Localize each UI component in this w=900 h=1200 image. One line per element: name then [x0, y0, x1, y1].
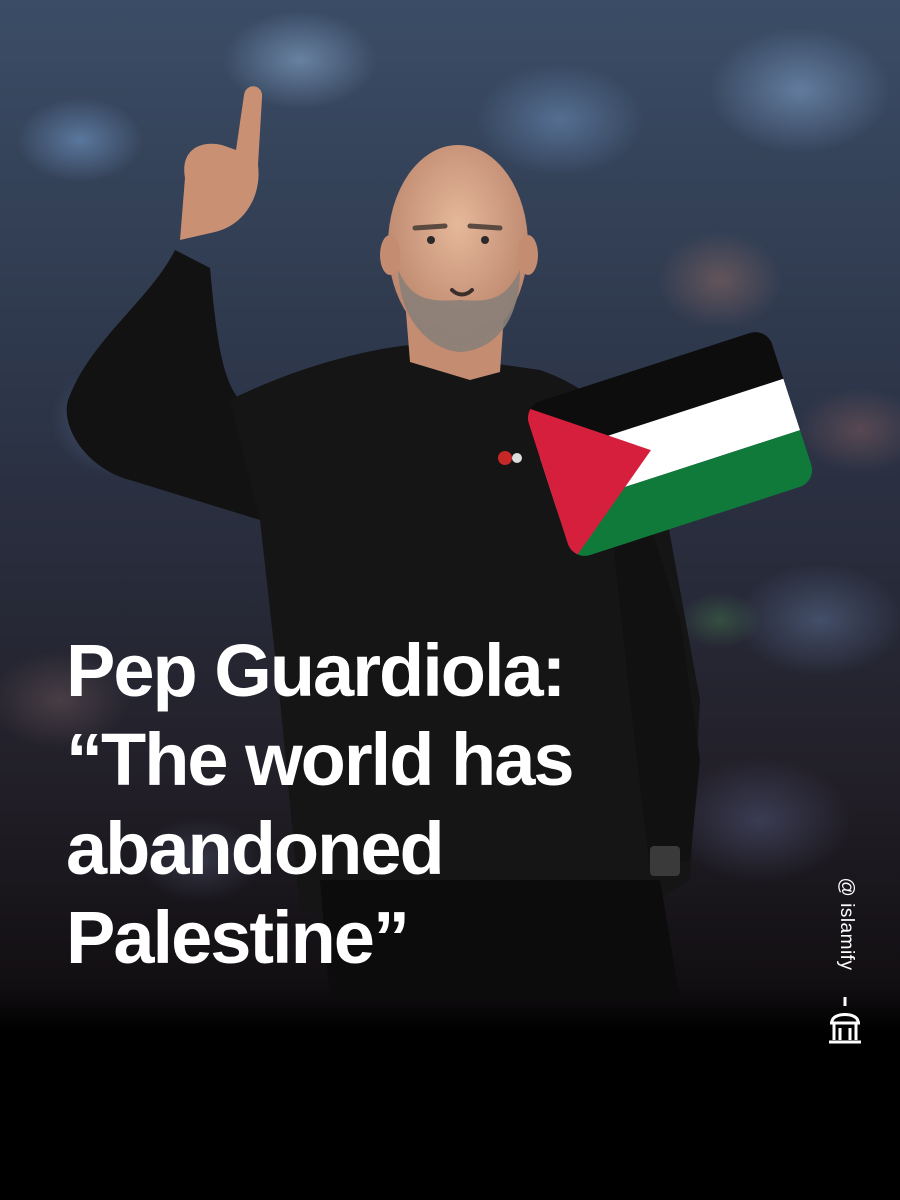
- headline-line-4: Palestine”: [66, 896, 410, 979]
- account-handle-text: @ islamify: [836, 877, 857, 971]
- headline-line-1: Pep Guardiola:: [66, 629, 566, 712]
- coach-photo: [66, 86, 700, 1000]
- account-handle: @ islamify: [834, 870, 858, 978]
- palestine-flag-icon: [523, 327, 817, 561]
- post-image: Pep Guardiola: “The world has abandoned …: [0, 0, 900, 1200]
- islamify-mosque-logo-icon: [829, 997, 861, 1044]
- headline-line-2: “The world has: [66, 718, 575, 801]
- headline: Pep Guardiola: “The world has abandoned …: [66, 626, 766, 982]
- headline-line-3: abandoned: [66, 807, 445, 890]
